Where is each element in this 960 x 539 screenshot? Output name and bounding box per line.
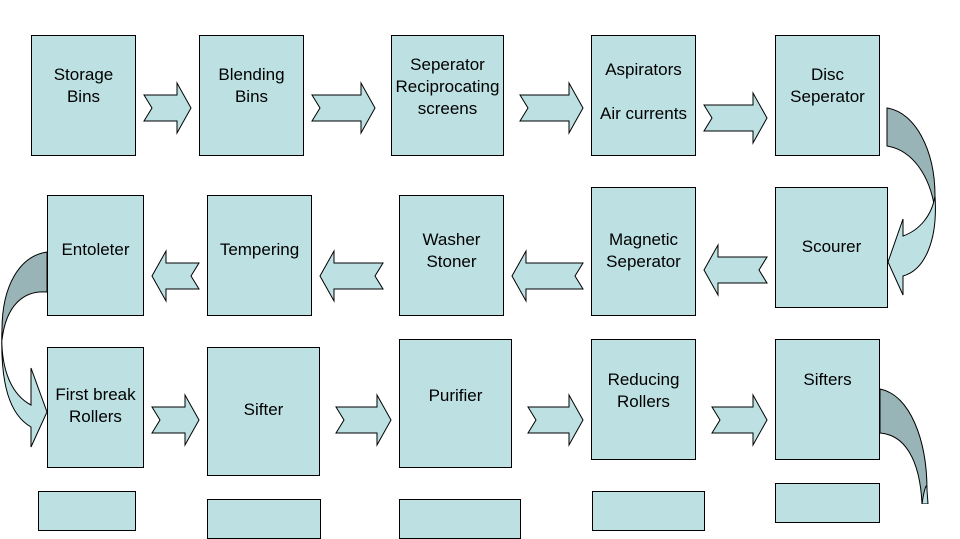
step-label-line: Tempering bbox=[219, 239, 300, 259]
arrow-tempering-to-entoleter bbox=[151, 249, 200, 303]
step-label: Washer Stoner bbox=[423, 229, 481, 273]
arrow-first-break-to-sifter bbox=[151, 393, 200, 447]
arrow-storage-to-blending bbox=[143, 81, 192, 135]
step-label-line: Reciprocating bbox=[395, 76, 500, 96]
arrow-washer-to-tempering bbox=[319, 249, 384, 303]
process-step-row4-box-5 bbox=[775, 483, 880, 523]
step-label: Blending Bins bbox=[218, 64, 284, 108]
arrow-sifter-to-purifier bbox=[335, 393, 392, 447]
process-step-storage-bins: Storage Bins bbox=[31, 35, 136, 156]
curved-arrow-back bbox=[1, 251, 48, 341]
step-label-line: Seperator bbox=[410, 54, 485, 74]
curved-arrow-back bbox=[879, 388, 928, 504]
process-step-blending-bins: Blending Bins bbox=[199, 35, 304, 156]
curved-arrow-disc-to-scourer bbox=[886, 107, 936, 296]
step-label-line: Reducing bbox=[607, 369, 680, 389]
process-step-row4-box-4 bbox=[592, 491, 705, 531]
step-label-line: Entoleter bbox=[61, 239, 130, 259]
process-step-sifters: Sifters bbox=[775, 339, 880, 460]
step-label-line: Bins bbox=[66, 86, 101, 106]
step-label-line: Washer bbox=[422, 229, 481, 249]
curved-arrow-entoleter-to-first-break bbox=[1, 251, 48, 448]
process-step-row4-box-3 bbox=[399, 499, 521, 539]
process-step-row4-box-2 bbox=[207, 499, 321, 539]
step-label-line: Bins bbox=[234, 86, 269, 106]
arrow-seperator-to-aspirators bbox=[519, 81, 584, 135]
arrow-purifier-to-reducing bbox=[527, 393, 584, 447]
step-label-line: Disc bbox=[810, 64, 845, 84]
step-label-line: screens bbox=[417, 98, 478, 118]
step-label-line: Seperator bbox=[606, 251, 681, 271]
step-label-line: Sifters bbox=[803, 369, 852, 389]
arrow-magnetic-to-washer bbox=[511, 249, 584, 303]
process-step-purifier: Purifier bbox=[399, 339, 512, 468]
step-label-line: Air currents bbox=[600, 103, 687, 123]
process-step-sifter: Sifter bbox=[207, 347, 320, 476]
curved-arrow-sifters-to-next bbox=[879, 388, 929, 504]
step-label: Sifter bbox=[244, 399, 284, 421]
step-label-line: Scourer bbox=[801, 236, 862, 256]
step-label: Disc Seperator bbox=[790, 64, 865, 108]
arrow-scourer-to-magnetic bbox=[703, 243, 768, 297]
process-step-scourer: Scourer bbox=[775, 187, 888, 308]
process-step-row4-box-1 bbox=[38, 491, 136, 531]
step-label: Entoleter bbox=[61, 239, 129, 261]
step-label: Scourer bbox=[802, 236, 862, 258]
step-label: Magnetic Seperator bbox=[606, 229, 681, 273]
process-step-first-break-rollers: First break Rollers bbox=[47, 347, 144, 468]
step-label-line: Rollers bbox=[617, 391, 670, 411]
process-step-seperator-reciprocating-screens: Seperator Reciprocating screens bbox=[391, 35, 504, 156]
process-flow-diagram: Storage Bins Blending Bins Seperator Reciproc… bbox=[0, 0, 960, 539]
arrow-reducing-to-sifters bbox=[711, 393, 768, 447]
step-label: Purifier bbox=[429, 385, 483, 407]
step-label-line: Sifter bbox=[243, 399, 284, 419]
process-step-magnetic-seperator: Magnetic Seperator bbox=[591, 187, 696, 316]
step-label-line: Aspirators bbox=[605, 59, 682, 79]
curved-arrow-back bbox=[886, 107, 936, 211]
arrow-aspirators-to-disc bbox=[703, 91, 768, 145]
process-step-aspirators: Aspirators Air currents bbox=[591, 35, 696, 156]
step-label-line: Stoner bbox=[426, 251, 477, 271]
step-label-line: Rollers bbox=[69, 406, 122, 426]
step-label-line bbox=[600, 81, 687, 103]
process-step-reducing-rollers: Reducing Rollers bbox=[591, 339, 696, 460]
step-label: First break Rollers bbox=[55, 384, 135, 428]
step-label-line: Blending bbox=[218, 64, 285, 84]
step-label-line: Purifier bbox=[428, 385, 483, 405]
curved-arrow-head bbox=[1, 329, 48, 448]
step-label-line: Storage bbox=[53, 64, 114, 84]
process-step-disc-seperator: Disc Seperator bbox=[775, 35, 880, 156]
process-step-entoleter: Entoleter bbox=[47, 195, 144, 316]
step-label: Tempering bbox=[220, 239, 299, 261]
curved-arrow-head bbox=[887, 195, 936, 296]
step-label-line: Magnetic bbox=[609, 229, 678, 249]
step-label-line: First break bbox=[55, 384, 136, 404]
arrow-blending-to-seperator bbox=[311, 81, 376, 135]
process-step-tempering: Tempering bbox=[207, 195, 312, 316]
step-label: Seperator Reciprocating screens bbox=[396, 54, 500, 120]
step-label: Storage Bins bbox=[54, 64, 114, 108]
step-label: Aspirators Air currents bbox=[600, 59, 687, 125]
step-label: Sifters bbox=[803, 369, 851, 391]
step-label-line: Seperator bbox=[790, 86, 865, 106]
step-label: Reducing Rollers bbox=[608, 369, 680, 413]
process-step-washer-stoner: Washer Stoner bbox=[399, 195, 504, 316]
